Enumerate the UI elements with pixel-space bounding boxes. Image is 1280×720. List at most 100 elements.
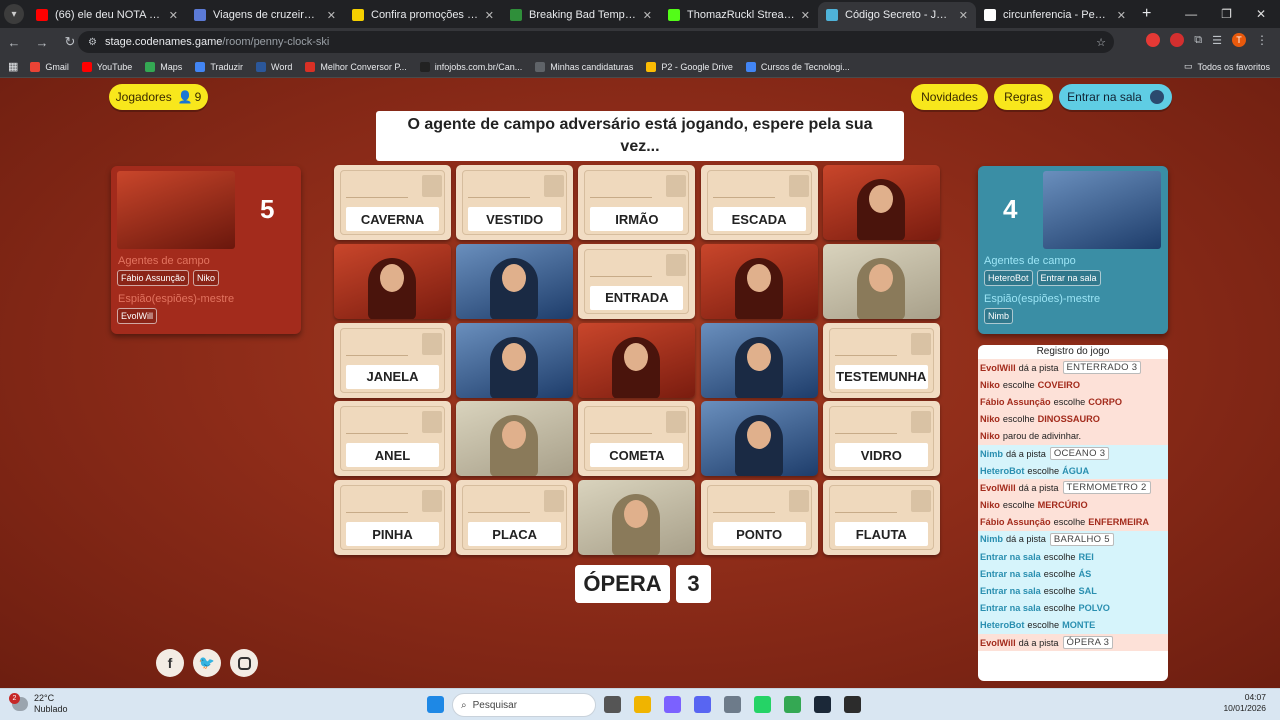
- log-action: escolhe: [1027, 620, 1060, 631]
- red-spymaster-name: EvolWill: [117, 308, 158, 324]
- back-icon[interactable]: ←: [0, 35, 28, 50]
- news-button[interactable]: Novidades: [911, 84, 988, 110]
- bookmark-item[interactable]: infojobs.com.br/Can...: [419, 61, 522, 72]
- word-card[interactable]: ENTRADA: [578, 243, 696, 319]
- browser-tab[interactable]: Viagens de cruzeiro pela Améri ✕: [186, 2, 344, 28]
- word-card[interactable]: TESTEMUNHA: [822, 322, 940, 398]
- agent-face-icon: [502, 342, 527, 371]
- new-tab-button[interactable]: +: [1142, 5, 1151, 23]
- bookmark-item[interactable]: P2 - Google Drive: [646, 61, 733, 72]
- log-entry: Entrar na sala escolhe ÁS: [978, 565, 1168, 583]
- word-card[interactable]: PONTO: [700, 480, 818, 556]
- word-card[interactable]: JANELA: [334, 322, 451, 398]
- rules-button[interactable]: Regras: [994, 84, 1053, 110]
- bookmark-label: Melhor Conversor P...: [320, 61, 407, 72]
- word-card[interactable]: ESCADA: [700, 165, 818, 240]
- browser-tab[interactable]: ThomazRuckl Stream - Kick Da ✕: [660, 2, 818, 28]
- settings-icon[interactable]: [724, 696, 741, 713]
- blue-spymaster-label: Espião(espiões)-mestre: [984, 293, 1101, 305]
- reading-list-icon[interactable]: ☰: [1212, 34, 1222, 47]
- tab-close-icon[interactable]: ✕: [327, 9, 336, 22]
- log-entry: Nimb dá a pista OCEANO 3: [978, 444, 1168, 463]
- word-card[interactable]: PLACA: [456, 480, 574, 556]
- file-explorer-icon[interactable]: [634, 696, 651, 713]
- word-card[interactable]: CAVERNA: [334, 165, 451, 240]
- facebook-icon[interactable]: f: [156, 649, 184, 677]
- word-card[interactable]: ANEL: [334, 401, 451, 477]
- twitter-icon[interactable]: 🐦: [193, 649, 221, 677]
- task-view-icon[interactable]: [604, 696, 621, 713]
- discord-icon[interactable]: [694, 696, 711, 713]
- bookmark-item[interactable]: Melhor Conversor P...: [305, 61, 407, 72]
- url-input[interactable]: ⚙ stage.codenames.game/room/penny-clock-…: [78, 31, 1114, 53]
- instagram-icon[interactable]: [230, 649, 258, 677]
- menu-icon[interactable]: ⋮: [1256, 33, 1268, 47]
- taskbar-search-placeholder: Pesquisar: [472, 699, 518, 711]
- bookmark-favicon-icon: [195, 61, 206, 72]
- bookmark-item[interactable]: Gmail: [30, 61, 69, 72]
- forward-icon[interactable]: →: [28, 35, 56, 50]
- minimize-icon[interactable]: —: [1185, 7, 1197, 21]
- bookmark-item[interactable]: YouTube: [81, 61, 132, 72]
- tab-close-icon[interactable]: ✕: [643, 9, 652, 22]
- apps-grid-icon[interactable]: ▦: [8, 60, 18, 73]
- log-clue: OCEANO 3: [1049, 447, 1110, 461]
- close-window-icon[interactable]: ✕: [1256, 7, 1266, 21]
- weather-widget[interactable]: 2 22°C Nublado: [9, 693, 68, 715]
- blue-agent-card: [456, 322, 574, 398]
- screen: ▾ (66) ele deu NOTA 1 pra esse jo✕Viagen…: [0, 0, 1280, 720]
- bookmark-item[interactable]: Maps: [145, 61, 182, 72]
- taskbar-search[interactable]: ⌕ Pesquisar: [452, 693, 596, 717]
- browser-tab[interactable]: circunferencia - Pesquisa Goog ✕: [976, 2, 1134, 28]
- word-card[interactable]: COMETA: [578, 401, 696, 477]
- word-card[interactable]: VESTIDO: [456, 165, 574, 240]
- tab-close-icon[interactable]: ✕: [1117, 9, 1126, 22]
- browser-tab[interactable]: Confira promoções de pacotes ✕: [344, 2, 502, 28]
- agent-face-icon: [746, 342, 771, 371]
- word-card[interactable]: IRMÃO: [578, 165, 696, 240]
- word-card[interactable]: VIDRO: [822, 401, 940, 477]
- bookmark-star-icon[interactable]: ☆: [1096, 36, 1106, 49]
- bookmark-item[interactable]: Cursos de Tecnologi...: [745, 61, 850, 72]
- browser-tab[interactable]: Breaking Bad Temporada 5 Epi ✕: [502, 2, 660, 28]
- extension-icon[interactable]: [1170, 33, 1185, 47]
- tab-close-icon[interactable]: ✕: [801, 9, 810, 22]
- log-entry: Entrar na sala escolhe SAL: [978, 582, 1168, 600]
- windows-start-icon[interactable]: [427, 696, 444, 713]
- all-bookmarks[interactable]: ▭ Todos os favoritos: [1184, 61, 1270, 72]
- join-room-button[interactable]: Entrar na sala: [1059, 84, 1172, 110]
- restore-icon[interactable]: ❐: [1221, 7, 1232, 21]
- extensions-puzzle-icon[interactable]: ⧉: [1194, 34, 1202, 47]
- browser-tab[interactable]: (66) ele deu NOTA 1 pra esse jo ✕: [28, 2, 186, 28]
- word-card[interactable]: FLAUTA: [822, 480, 940, 556]
- bookmark-item[interactable]: Traduzir: [195, 61, 243, 72]
- whatsapp-icon[interactable]: [754, 696, 771, 713]
- players-button[interactable]: Jogadores 👤 9: [109, 84, 208, 110]
- tab-close-icon[interactable]: ✕: [959, 9, 968, 22]
- system-tray[interactable]: 04:07 10/01/2026: [1223, 692, 1266, 714]
- tab-close-icon[interactable]: ✕: [169, 9, 178, 22]
- extension-icon[interactable]: [1146, 33, 1161, 47]
- profile-avatar[interactable]: T: [1232, 33, 1246, 47]
- copilot-icon[interactable]: [664, 696, 681, 713]
- tab-close-icon[interactable]: ✕: [485, 9, 494, 22]
- steam-icon[interactable]: [814, 696, 831, 713]
- chrome-icon[interactable]: [784, 696, 801, 713]
- card-line: [590, 197, 653, 198]
- bookmark-item[interactable]: Word: [256, 61, 292, 72]
- browser-tab[interactable]: Código Secreto - Jogue online ✕: [818, 2, 976, 28]
- blue-operative-name: Entrar na sala: [1036, 270, 1101, 286]
- tab-search-icon[interactable]: ▾: [4, 4, 24, 24]
- card-line: [346, 354, 408, 356]
- site-info-icon[interactable]: ⚙: [88, 37, 97, 48]
- card-line: [712, 512, 775, 514]
- word-card[interactable]: PINHA: [334, 480, 451, 556]
- log-player: Entrar na sala: [980, 603, 1041, 614]
- log-clue: TERMOMETRO 2: [1062, 481, 1151, 495]
- app-icon[interactable]: [844, 696, 861, 713]
- log-player: Nimb: [980, 534, 1003, 545]
- bookmark-item[interactable]: Minhas candidaturas: [535, 61, 633, 72]
- log-entry: Entrar na sala escolhe POLVO: [978, 599, 1168, 617]
- log-action: escolhe: [1053, 396, 1086, 407]
- log-entry: EvolWill dá a pista ENTERRADO 3: [978, 359, 1168, 377]
